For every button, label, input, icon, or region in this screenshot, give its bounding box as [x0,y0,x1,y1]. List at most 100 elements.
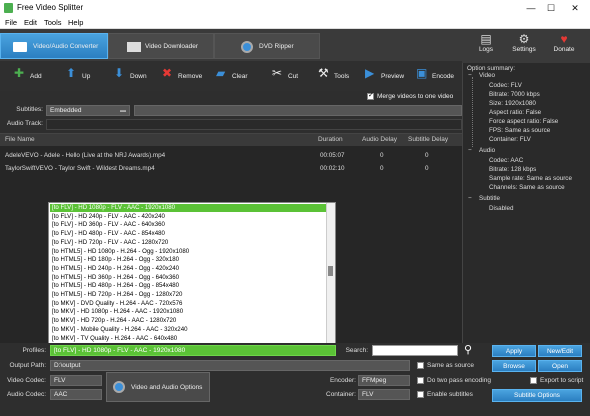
audio-track-select[interactable] [46,119,462,130]
profile-option[interactable]: [to FLV] - HD 1080p - FLV - AAC - 1920x1… [50,204,326,213]
profile-option[interactable]: [to FLV] - HD 240p - FLV - AAC - 420x240 [50,213,326,221]
film-strip-icon [127,42,141,52]
profile-option[interactable]: [to FLV] - HD 360p - FLV - AAC - 640x360 [50,221,326,229]
preview-label: Preview [381,73,405,80]
table-header: File Name Duration Audio Delay Subtitle … [0,134,462,146]
donate-button[interactable]: ♥ Donate [546,32,582,62]
disc-icon [241,41,253,53]
col-file-name[interactable]: File Name [5,136,35,143]
eraser-icon: ▰ [216,66,226,80]
tab-dvd-ripper[interactable]: DVD Ripper [214,33,320,59]
down-label: Down [130,73,147,80]
profiles-select[interactable]: [to FLV] - HD 1080p - FLV - AAC - 1920x1… [50,345,336,356]
profiles-value: [to FLV] - HD 1080p - FLV - AAC - 1920x1… [54,347,186,354]
tab-video-audio-converter[interactable]: Video/Audio Converter [0,33,108,59]
play-icon: ▶ [365,66,375,80]
collapse-icon[interactable]: − [468,147,472,154]
profile-option[interactable]: [to HTML5] - HD 480p - H.264 - Ogg - 854… [50,282,326,290]
profile-option[interactable]: [to MKV] - TV Quality - H.264 - AAC - 64… [50,335,326,343]
scissors-icon: ✂ [272,66,283,80]
encoder-select[interactable]: FFMpeg [358,375,410,386]
merge-checkbox[interactable]: Merge videos to one video [367,91,453,100]
subtitle-options-button[interactable]: Subtitle Options [492,389,582,402]
table-row[interactable]: TaylorSwiftVEVO - Taylor Swift - Wildest… [0,163,462,175]
two-pass-checkbox[interactable]: Do two pass encoding [417,377,491,384]
video-codec-select[interactable]: FLV [50,375,102,386]
menu-help[interactable]: Help [68,18,83,27]
audio-delay-cell: 0 [380,152,384,159]
col-subtitle-delay[interactable]: Subtitle Delay [408,136,448,143]
output-path-label: Output Path: [9,362,47,369]
profile-option[interactable]: [to MKV] - HD 1080p - H.264 - AAC - 1920… [50,308,326,316]
profile-option[interactable]: [to FLV] - HD 480p - FLV - AAC - 854x480 [50,230,326,238]
tab-label: DVD Ripper [259,43,294,50]
summary-line: Container: FLV [489,136,531,143]
checkbox-icon [417,362,424,369]
minimize-icon[interactable]: — [524,2,538,14]
remove-label: Remove [178,73,203,80]
collapse-icon[interactable]: − [468,72,472,79]
dropdown-scroll-thumb[interactable] [328,266,333,276]
summary-line: Codec: AAC [489,157,524,164]
donate-label: Donate [553,46,575,53]
menu-edit[interactable]: Edit [24,18,37,27]
summary-line: Codec: FLV [489,82,522,89]
menu-bar: File Edit Tools Help [0,16,590,29]
settings-button[interactable]: ⚙ Settings [506,32,542,62]
profile-option[interactable]: [to HTML5] - HD 240p - H.264 - Ogg - 420… [50,265,326,273]
open-button[interactable]: Open [538,360,582,372]
subtitles-extra-field[interactable] [134,105,462,116]
subtitles-select[interactable]: Embedded ▬ [46,105,130,116]
search-input[interactable] [372,345,458,356]
menu-file[interactable]: File [5,18,17,27]
arrow-up-icon: ⬆ [66,66,77,80]
audio-codec-select[interactable]: AAC [50,389,102,400]
subtitle-delay-cell: 0 [425,165,429,172]
profile-option[interactable]: [to HTML5] - HD 1080p - H.264 - Ogg - 19… [50,248,326,256]
remove-icon: ✖ [162,66,173,80]
film-icon: ▣ [416,66,428,80]
col-duration[interactable]: Duration [318,136,343,143]
tab-label: Video/Audio Converter [33,43,99,50]
cut-label: Cut [288,73,299,80]
enable-subtitles-checkbox[interactable]: Enable subtitles [417,391,473,398]
audio-codec-value: AAC [54,391,68,398]
search-icon[interactable]: ⚲ [464,343,472,356]
container-select[interactable]: FLV [358,389,410,400]
export-script-checkbox[interactable]: Export to script [530,377,583,384]
same-as-source-checkbox[interactable]: Same as source [417,362,474,369]
profile-option[interactable]: [to FLV] - HD 720p - FLV - AAC - 1280x72… [50,239,326,247]
maximize-icon[interactable]: ☐ [544,2,558,14]
profile-option[interactable]: [to HTML5] - HD 360p - H.264 - Ogg - 640… [50,274,326,282]
summary-line: Sample rate: Same as source [489,175,572,182]
table-row[interactable]: AdeleVEVO - Adele - Hello (Live at the N… [0,150,462,162]
video-audio-options-button[interactable]: Video and Audio Options [106,372,210,402]
film-icon [13,42,27,52]
summary-line: Force aspect ratio: False [489,118,559,125]
logs-button[interactable]: ▤ Logs [468,32,504,62]
new-edit-button[interactable]: New/Edit [538,345,582,357]
tab-video-downloader[interactable]: Video Downloader [108,33,214,59]
profile-option[interactable]: [to MKV] - DVD Quality - H.264 - AAC - 7… [50,300,326,308]
browse-button[interactable]: Browse [492,360,536,372]
tab-label: Video Downloader [145,43,198,50]
col-audio-delay[interactable]: Audio Delay [362,136,397,143]
tree-node-video[interactable]: Video [479,72,495,79]
profiles-dropdown-list: [to FLV] - HD 1080p - FLV - AAC - 1920x1… [48,202,336,344]
tree-node-audio[interactable]: Audio [479,147,495,154]
summary-line: Size: 1920x1080 [489,100,536,107]
tree-node-subtitle[interactable]: Subtitle [479,195,500,202]
apply-button[interactable]: Apply [492,345,536,357]
profile-option[interactable]: [to HTML5] - HD 180p - H.264 - Ogg - 320… [50,256,326,264]
close-icon[interactable]: ✕ [568,2,582,14]
output-path-input[interactable]: D:\output [50,360,410,371]
audio-delay-cell: 0 [380,165,384,172]
collapse-icon[interactable]: − [468,195,472,202]
export-script-label: Export to script [540,377,584,385]
profile-option[interactable]: [to MKV] - Mobile Quality - H.264 - AAC … [50,326,326,334]
option-summary-panel: Option summary: − Video Codec: FLV Bitra… [462,63,590,343]
profile-option[interactable]: [to HTML5] - HD 720p - H.264 - Ogg - 128… [50,291,326,299]
add-label: Add [30,73,42,80]
menu-tools[interactable]: Tools [44,18,62,27]
profile-option[interactable]: [to MKV] - HD 720p - H.264 - AAC - 1280x… [50,317,326,325]
